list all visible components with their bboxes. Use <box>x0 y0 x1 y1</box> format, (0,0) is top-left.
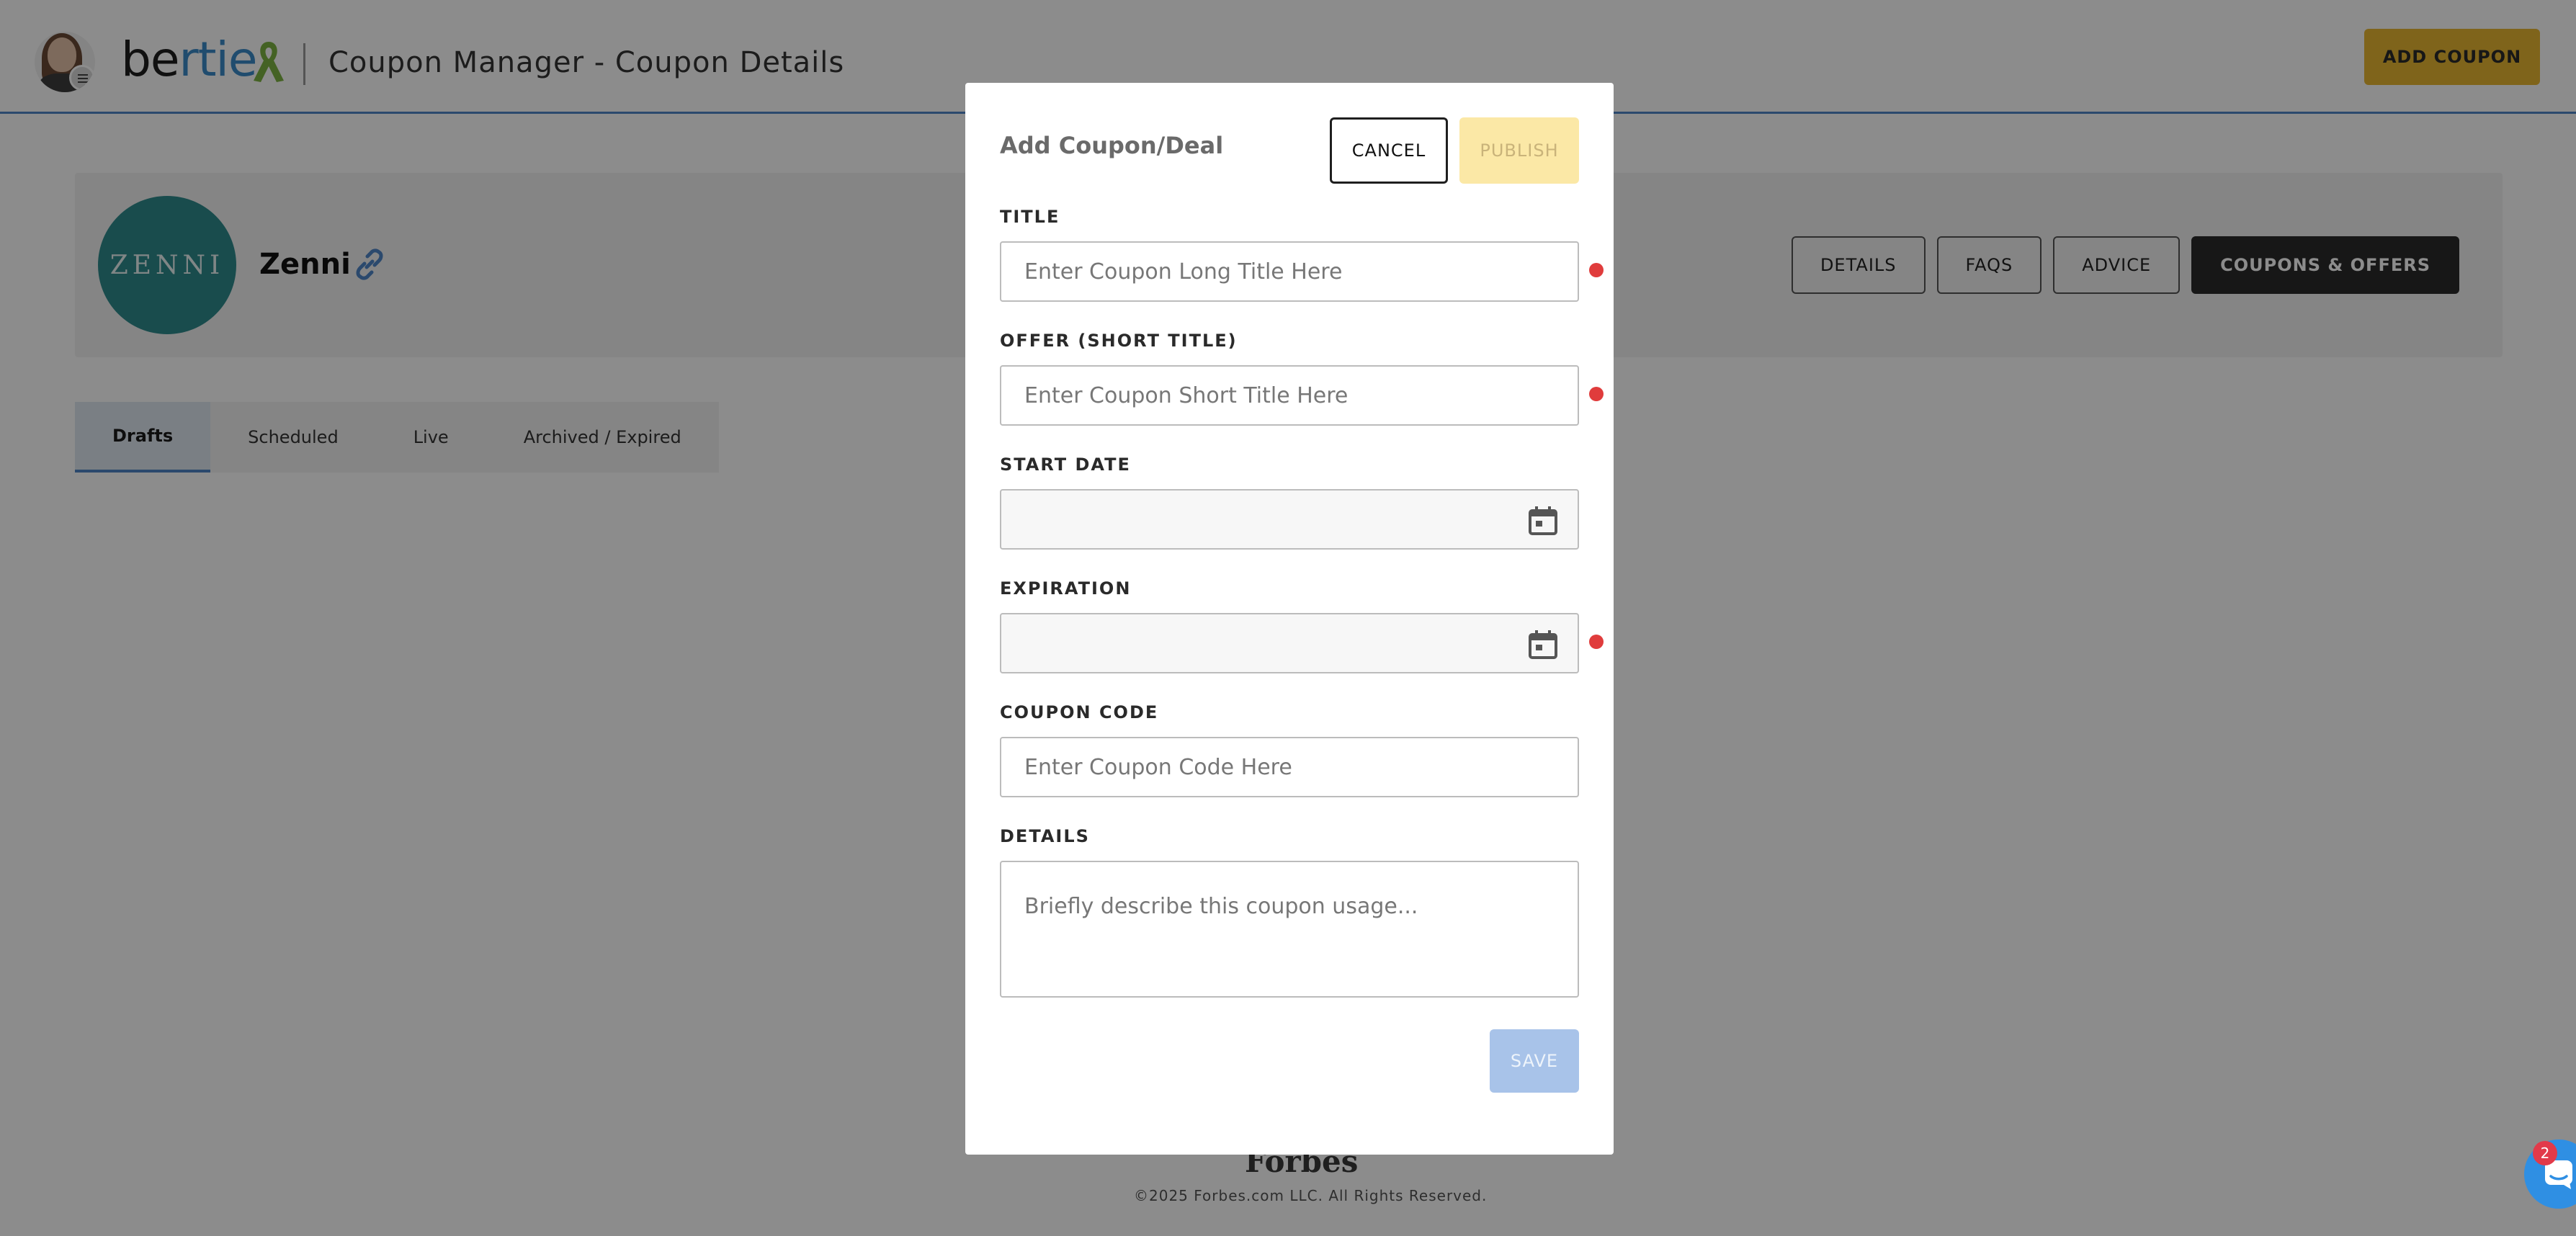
coupon-code-input[interactable] <box>1000 737 1579 797</box>
start-date-label: START DATE <box>1000 454 1131 475</box>
start-date-input[interactable] <box>1000 489 1579 550</box>
cancel-button[interactable]: CANCEL <box>1330 117 1448 184</box>
offer-required-indicator <box>1589 387 1604 401</box>
modal-title: Add Coupon/Deal <box>1000 132 1224 159</box>
expiration-required-indicator <box>1589 635 1604 649</box>
save-button[interactable]: SAVE <box>1490 1029 1579 1093</box>
details-label: DETAILS <box>1000 826 1090 846</box>
calendar-icon[interactable] <box>1527 629 1559 660</box>
publish-button[interactable]: PUBLISH <box>1459 117 1579 184</box>
title-required-indicator <box>1589 263 1604 277</box>
title-label: TITLE <box>1000 207 1060 227</box>
chat-notification-badge: 2 <box>2533 1141 2557 1165</box>
details-textarea[interactable] <box>1000 861 1579 998</box>
offer-label: OFFER (SHORT TITLE) <box>1000 331 1238 351</box>
expiration-input[interactable] <box>1000 613 1579 673</box>
add-coupon-modal: Add Coupon/Deal CANCEL PUBLISH TITLE OFF… <box>965 83 1614 1155</box>
coupon-code-label: COUPON CODE <box>1000 702 1159 722</box>
offer-short-title-input[interactable] <box>1000 365 1579 426</box>
calendar-icon[interactable] <box>1527 505 1559 537</box>
expiration-label: EXPIRATION <box>1000 578 1132 599</box>
title-input[interactable] <box>1000 241 1579 302</box>
